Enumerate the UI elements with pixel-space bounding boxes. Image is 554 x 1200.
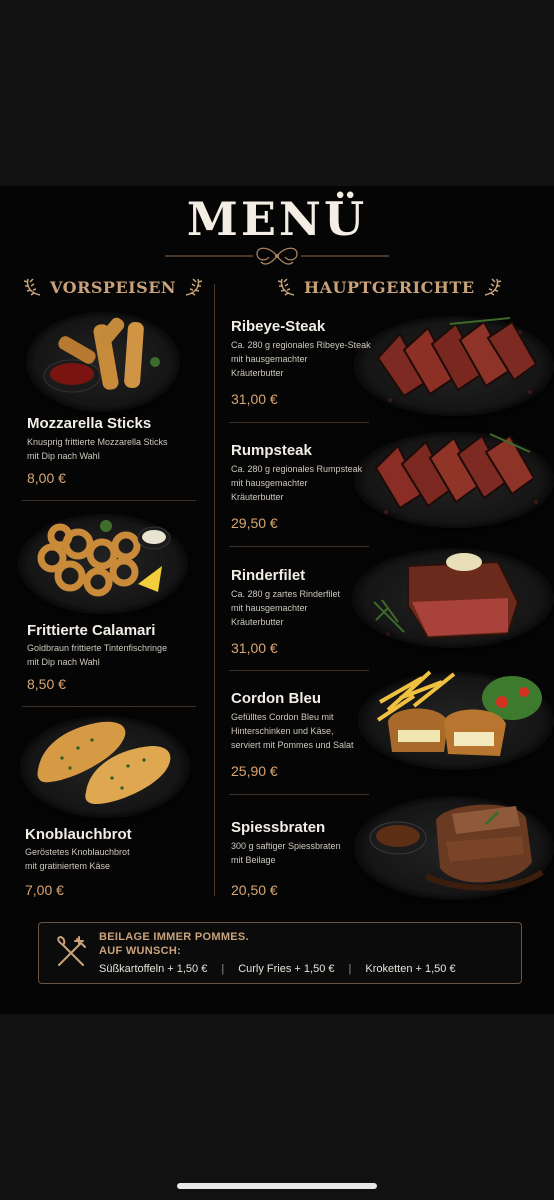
item-price: 8,00 € [27, 470, 66, 486]
item-name: Cordon Bleu [231, 690, 321, 707]
item-name: Rumpsteak [231, 442, 312, 459]
home-indicator[interactable] [177, 1183, 377, 1189]
menu-title: MENÜ [186, 192, 368, 246]
item-price: 31,00 € [231, 391, 278, 407]
item-description: Ca. 280 g zartes Rinderfilet mit hausgem… [231, 587, 340, 629]
column-divider [214, 284, 215, 896]
item-price: 31,00 € [231, 640, 278, 656]
item-divider [229, 546, 369, 547]
item-divider [229, 422, 369, 423]
item-description-line: Ca. 280 g zartes Rinderfilet [231, 589, 341, 599]
roast-food [369, 804, 544, 891]
item-description-line: mit hausgemachter [231, 354, 308, 364]
rumpsteak-food [374, 433, 538, 514]
item-divider [22, 500, 196, 501]
item-name: Ribeye-Steak [231, 318, 326, 335]
item-description-line: Geröstetes Knoblauchbrot [25, 847, 130, 857]
item-name: Rinderfilet [231, 567, 306, 584]
extra-option: Kroketten + 1,50 € [365, 963, 456, 975]
separator: | [348, 963, 352, 975]
item-description-line: Kräuterbutter [231, 492, 284, 502]
item-description: Geröstetes Knoblauchbrot mit gratinierte… [25, 845, 130, 873]
item-description-line: Gefülltes Cordon Bleu mit [231, 712, 334, 722]
item-description-line: 300 g saftiger Spiessbraten [231, 841, 341, 851]
item-price: 25,90 € [231, 763, 278, 779]
item-description-line: serviert mit Pommes und Salat [231, 740, 354, 750]
item-description-line: mit hausgemachter [231, 603, 308, 613]
calamari-food [37, 520, 171, 597]
section-heading-starters: VORSPEISEN [22, 276, 204, 298]
sides-note: BEILAGE IMMER POMMES. [99, 931, 249, 943]
item-description-line: mit gratiniertem Käse [25, 861, 111, 871]
phone-screen: MENÜ VORSPEISEN HAUPTGERICHTE Mozzarella… [0, 0, 554, 1200]
cordon-bleu-food [376, 670, 542, 756]
item-name: Mozzarella Sticks [27, 415, 152, 432]
item-description-line: Ca. 280 g regionales Rumpsteak [231, 464, 363, 474]
item-description-line: Kräuterbutter [231, 617, 284, 627]
item-description-line: mit Beilage [231, 855, 276, 865]
item-price: 20,50 € [231, 882, 278, 898]
item-description-line: mit hausgemachter [231, 478, 308, 488]
item-description: Gefülltes Cordon Bleu mit Hinterschinken… [231, 710, 354, 752]
item-name: Knoblauchbrot [25, 826, 132, 843]
item-description-line: Goldbraun frittierte Tintenfischringe [27, 643, 168, 653]
item-description-line: mit Dip nach Wahl [27, 657, 100, 667]
laurel-right-icon [484, 278, 501, 296]
section-title-mains: HAUPTGERICHTE [304, 277, 475, 297]
sides-on-request-label: AUF WUNSCH: [99, 945, 182, 957]
menu-image: MENÜ VORSPEISEN HAUPTGERICHTE Mozzarella… [0, 186, 554, 1014]
item-description-line: Kräuterbutter [231, 368, 284, 378]
laurel-left-icon [23, 278, 41, 296]
item-description-line: mit Dip nach Wahl [27, 451, 100, 461]
item-description: Goldbraun frittierte Tintenfischringe mi… [27, 641, 167, 669]
section-title-starters: VORSPEISEN [50, 277, 177, 297]
item-description-line: Ca. 280 g regionales Ribeye-Steak [231, 340, 371, 350]
extra-option: Süßkartoffeln + 1,50 € [99, 963, 208, 975]
mozzarella-sticks-food [43, 317, 160, 393]
garlic-bread-food [37, 721, 171, 804]
item-description: Ca. 280 g regionales Ribeye-Steak mit ha… [231, 338, 371, 380]
ribeye-food [376, 317, 538, 402]
separator: | [221, 963, 225, 975]
extra-option: Curly Fries + 1,50 € [238, 963, 335, 975]
item-price: 7,00 € [25, 882, 64, 898]
sides-extras-list: Süßkartoffeln + 1,50 € | Curly Fries + 1… [99, 963, 456, 975]
item-description: 300 g saftiger Spiessbraten mit Beilage [231, 839, 341, 867]
beef-fillet-food [373, 553, 530, 640]
laurel-left-icon [277, 278, 295, 296]
fork-knife-icon [57, 935, 86, 966]
item-divider [22, 706, 196, 707]
item-description-line: Hinterschinken und Käse, [231, 726, 334, 736]
item-name: Spiessbraten [231, 819, 326, 836]
item-divider [229, 670, 369, 671]
section-heading-mains: HAUPTGERICHTE [276, 276, 503, 298]
item-description: Knusprig frittierte Mozzarella Sticks mi… [27, 435, 168, 463]
item-description: Ca. 280 g regionales Rumpsteak mit hausg… [231, 462, 362, 504]
item-price: 29,50 € [231, 515, 278, 531]
item-name: Frittierte Calamari [27, 622, 156, 639]
item-divider [229, 794, 369, 795]
ornament-icon [165, 247, 389, 265]
item-price: 8,50 € [27, 676, 66, 692]
sides-info-box: BEILAGE IMMER POMMES. AUF WUNSCH: Süßkar… [38, 922, 522, 984]
laurel-right-icon [185, 278, 203, 296]
item-description-line: Knusprig frittierte Mozzarella Sticks [27, 437, 168, 447]
